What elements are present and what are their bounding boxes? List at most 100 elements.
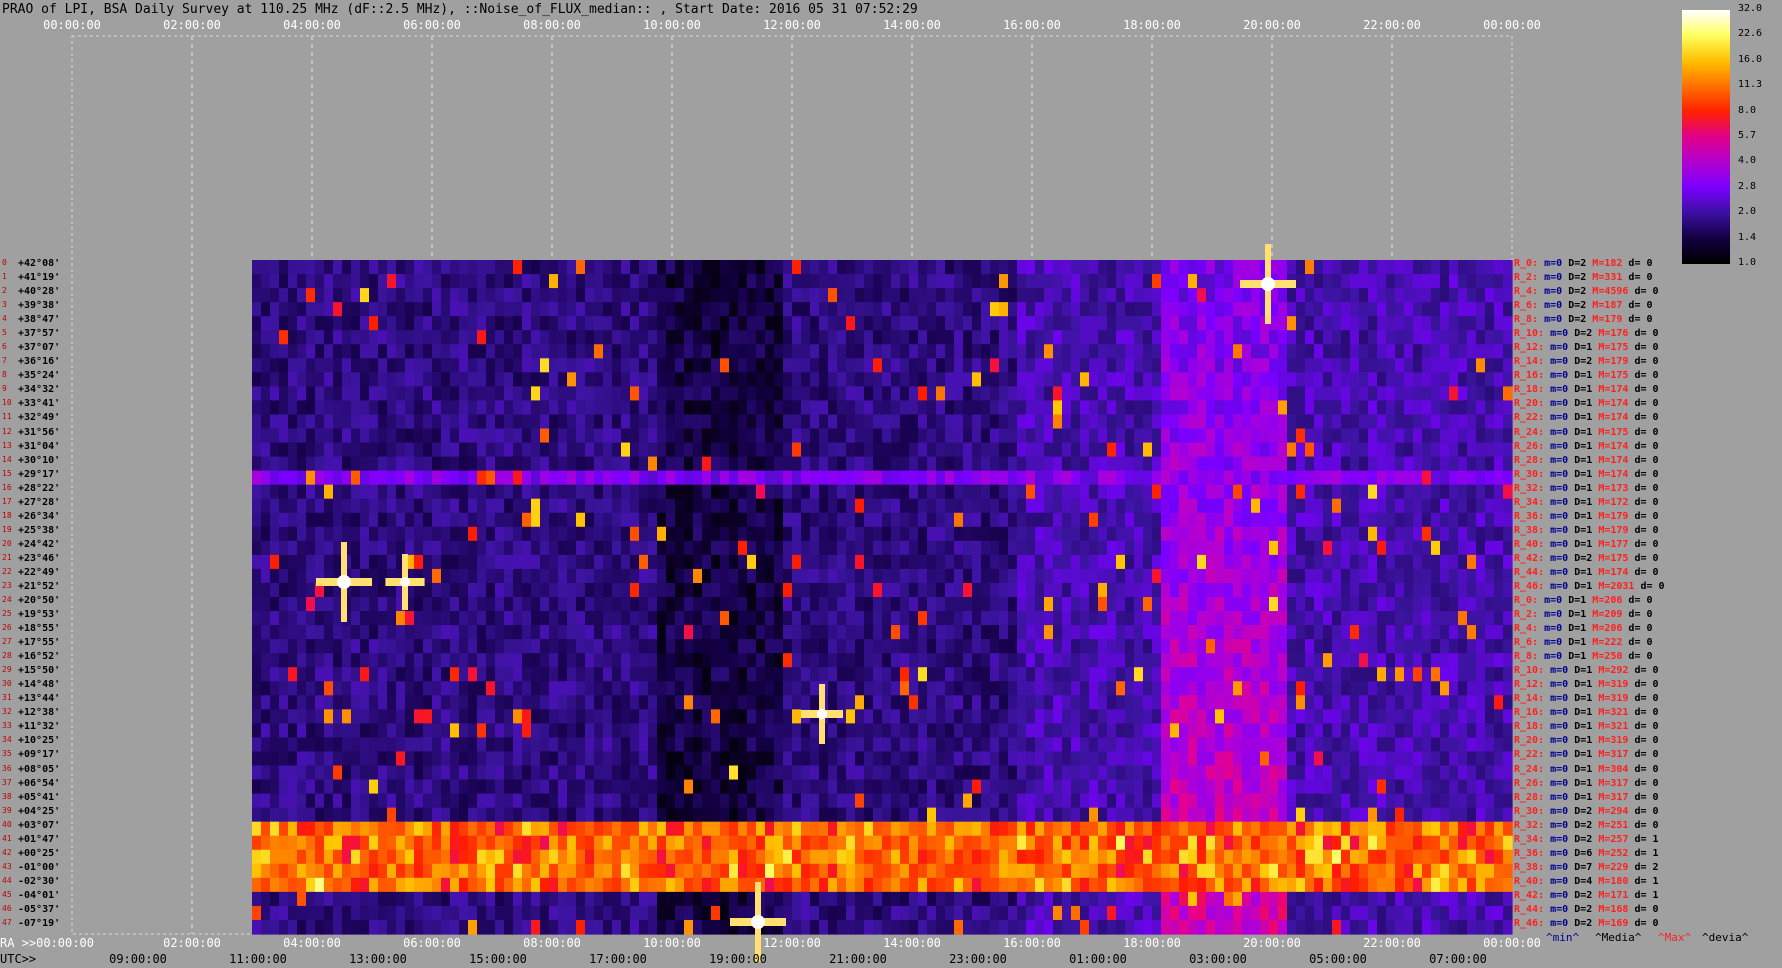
heat-cell	[1170, 400, 1180, 416]
heat-cell	[927, 358, 937, 373]
heat-cell	[783, 330, 793, 345]
heat-cell	[747, 470, 757, 486]
heat-cell	[891, 540, 901, 556]
heat-cell	[756, 400, 766, 416]
heat-cell	[324, 428, 334, 444]
heat-cell	[1215, 372, 1225, 387]
heat-cell	[819, 526, 829, 542]
heat-cell	[918, 498, 928, 514]
heat-cell	[1134, 442, 1144, 458]
heat-cell	[621, 260, 631, 275]
heat-cell	[936, 625, 946, 640]
heat-cell	[1449, 695, 1459, 710]
heat-cell	[1215, 695, 1225, 710]
heat-cell	[1152, 274, 1162, 289]
heat-cell	[1026, 442, 1036, 458]
heat-cell	[1188, 653, 1198, 668]
heat-cell	[531, 526, 541, 542]
heat-cell	[1341, 554, 1351, 570]
heat-cell	[657, 414, 667, 430]
heat-cell	[1467, 695, 1477, 710]
heat-cell	[1215, 540, 1225, 556]
heat-cell	[1125, 625, 1135, 640]
heat-cell	[729, 470, 739, 486]
heat-cell	[270, 386, 280, 402]
heat-cell	[675, 414, 685, 430]
heat-cell	[1332, 526, 1342, 542]
heat-cell	[603, 484, 613, 500]
heat-cell	[675, 358, 685, 373]
heat-cell	[369, 751, 379, 767]
heat-cell	[423, 428, 433, 444]
heat-cell	[261, 274, 271, 289]
heat-cell	[522, 695, 532, 710]
heat-cell	[585, 400, 595, 416]
heat-cell	[720, 540, 730, 556]
heat-cell	[1197, 302, 1207, 317]
heat-cell	[918, 470, 928, 486]
heat-cell	[1089, 723, 1099, 739]
heat-cell	[621, 540, 631, 556]
heat-cell	[576, 498, 586, 514]
heat-cell	[1278, 386, 1288, 402]
heat-cell	[1215, 568, 1225, 584]
heat-cell	[1440, 667, 1450, 682]
heat-cell	[1278, 639, 1288, 654]
heat-cell	[1395, 498, 1405, 514]
heat-cell	[288, 639, 298, 654]
heat-cell	[540, 316, 550, 331]
heat-cell	[1026, 498, 1036, 514]
heat-cell	[558, 639, 568, 654]
heat-cell	[1071, 639, 1081, 654]
heat-cell	[666, 723, 676, 739]
heat-cell	[702, 386, 712, 402]
heat-cell	[1008, 400, 1018, 416]
heat-cell	[819, 288, 829, 303]
heat-cell	[1440, 681, 1450, 696]
heat-cell	[1404, 709, 1414, 724]
heat-cell	[1098, 414, 1108, 430]
heat-cell	[405, 456, 415, 472]
heat-cell	[783, 540, 793, 556]
heat-cell	[837, 653, 847, 668]
heat-cell	[1071, 288, 1081, 303]
heat-cell	[1269, 653, 1279, 668]
heat-cell	[1035, 681, 1045, 696]
heat-cell	[639, 330, 649, 345]
heat-cell	[594, 414, 604, 430]
heat-cell	[1341, 470, 1351, 486]
heat-cell	[1503, 737, 1513, 753]
heat-cell	[972, 386, 982, 402]
heat-cell	[819, 554, 829, 570]
heat-cell	[558, 667, 568, 682]
heat-cell	[1404, 737, 1414, 753]
heat-cell	[882, 512, 892, 528]
heat-cell	[270, 484, 280, 500]
heat-cell	[396, 456, 406, 472]
heat-cell	[702, 554, 712, 570]
heat-cell	[1350, 442, 1360, 458]
heat-cell	[513, 484, 523, 500]
heat-cell	[1368, 456, 1378, 472]
heat-cell	[603, 498, 613, 514]
heat-cell	[1242, 695, 1252, 710]
heat-cell	[1503, 681, 1513, 696]
heat-cell	[819, 639, 829, 654]
heat-cell	[261, 498, 271, 514]
heat-cell	[720, 611, 730, 626]
heat-cell	[1242, 330, 1252, 345]
heat-cell	[432, 681, 442, 696]
heat-cell	[792, 723, 802, 739]
heat-cell	[927, 456, 937, 472]
heat-cell	[1440, 568, 1450, 584]
heat-cell	[549, 428, 559, 444]
heat-cell	[1152, 330, 1162, 345]
heat-cell	[1296, 400, 1306, 416]
heat-cell	[765, 344, 775, 359]
heat-cell	[1404, 667, 1414, 682]
heat-cell	[1269, 498, 1279, 514]
heat-cell	[522, 568, 532, 584]
heat-cell	[1422, 470, 1432, 486]
heat-cell	[729, 597, 739, 612]
heat-cell	[1503, 554, 1513, 570]
